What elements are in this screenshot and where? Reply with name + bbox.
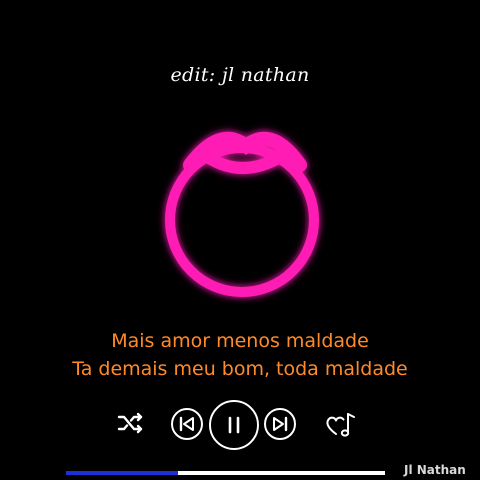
skip-previous-icon	[171, 408, 203, 440]
pause-icon	[209, 400, 259, 450]
artist-name: Jl Nathan	[404, 463, 466, 477]
player-controls	[0, 397, 480, 451]
audio-visualizer-ring	[150, 120, 334, 304]
heart-music-note-icon	[326, 413, 355, 437]
like-button[interactable]	[324, 407, 358, 441]
edit-credit-text: edit: jl nathan	[170, 64, 310, 86]
next-button[interactable]	[263, 407, 297, 441]
previous-button[interactable]	[170, 407, 204, 441]
play-pause-button[interactable]	[208, 399, 260, 451]
lyric-line-next: Ta demais meu bom, toda maldade	[72, 358, 408, 380]
skip-next-icon	[264, 408, 296, 440]
progress-bar-fill	[66, 471, 178, 475]
shuffle-icon	[117, 412, 143, 434]
progress-bar[interactable]	[66, 471, 385, 475]
lyric-line-current: Mais amor menos maldade	[111, 330, 369, 352]
shuffle-button[interactable]	[114, 409, 148, 437]
